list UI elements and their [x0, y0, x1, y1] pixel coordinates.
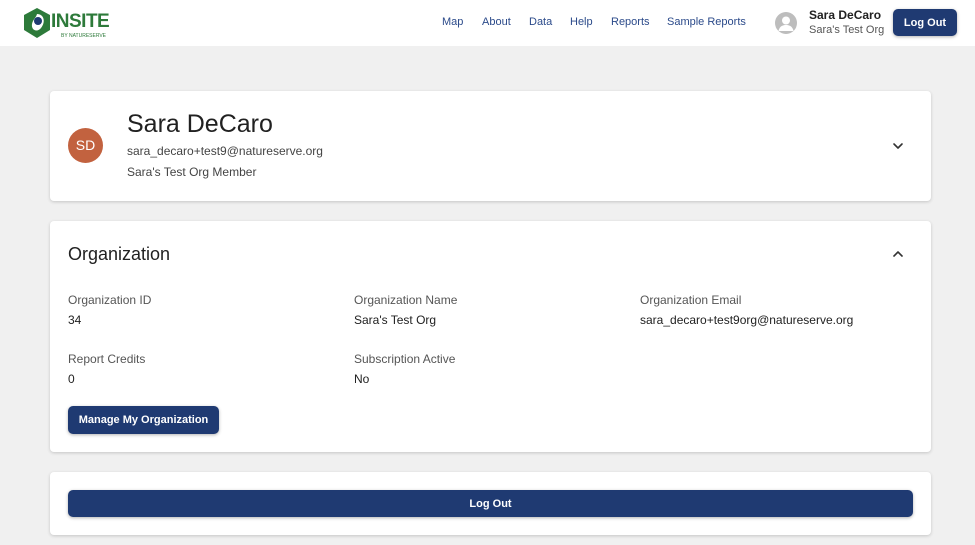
- user-avatar-icon[interactable]: [775, 12, 797, 34]
- logout-card: Log Out: [50, 472, 931, 535]
- header-logout-button[interactable]: Log Out: [893, 9, 957, 36]
- nav-map[interactable]: Map: [442, 16, 463, 28]
- chevron-down-icon[interactable]: [890, 138, 906, 154]
- org-id-label: Organization ID: [68, 293, 152, 307]
- nav-help[interactable]: Help: [570, 16, 593, 28]
- org-email-value: sara_decaro+test9org@natureserve.org: [640, 313, 854, 327]
- leaf-logo-icon: [24, 8, 50, 38]
- nav-reports[interactable]: Reports: [611, 16, 650, 28]
- logout-button[interactable]: Log Out: [68, 490, 913, 517]
- top-header: INSITE BY NATURESERVE Map About Data Hel…: [0, 0, 975, 46]
- insite-logo[interactable]: INSITE BY NATURESERVE: [22, 6, 110, 42]
- organization-card: Organization Organization ID 34 Organiza…: [50, 221, 931, 452]
- org-id-value: 34: [68, 313, 82, 327]
- org-name-value: Sara's Test Org: [354, 313, 437, 327]
- manage-organization-button[interactable]: Manage My Organization: [68, 406, 219, 434]
- report-credits-value: 0: [68, 372, 75, 386]
- organization-title: Organization: [68, 244, 171, 264]
- chevron-up-icon[interactable]: [890, 246, 906, 262]
- nav-sample-reports[interactable]: Sample Reports: [667, 16, 746, 28]
- profile-email: sara_decaro+test9@natureserve.org: [127, 144, 323, 158]
- logo-subtext: BY NATURESERVE: [61, 33, 107, 39]
- header-user-org: Sara's Test Org: [809, 24, 885, 36]
- profile-role: Sara's Test Org Member: [127, 165, 257, 179]
- nav-data[interactable]: Data: [529, 16, 552, 28]
- subscription-label: Subscription Active: [354, 352, 456, 366]
- subscription-value: No: [354, 372, 370, 386]
- report-credits-label: Report Credits: [68, 352, 146, 366]
- person-icon: [778, 16, 794, 31]
- profile-card: SD Sara DeCaro sara_decaro+test9@natures…: [50, 91, 931, 201]
- header-user-name: Sara DeCaro: [809, 8, 882, 22]
- logo-text: INSITE: [51, 11, 110, 32]
- profile-name: Sara DeCaro: [127, 110, 273, 138]
- org-name-label: Organization Name: [354, 293, 458, 307]
- profile-avatar: SD: [68, 128, 103, 163]
- nav-about[interactable]: About: [482, 16, 511, 28]
- org-email-label: Organization Email: [640, 293, 742, 307]
